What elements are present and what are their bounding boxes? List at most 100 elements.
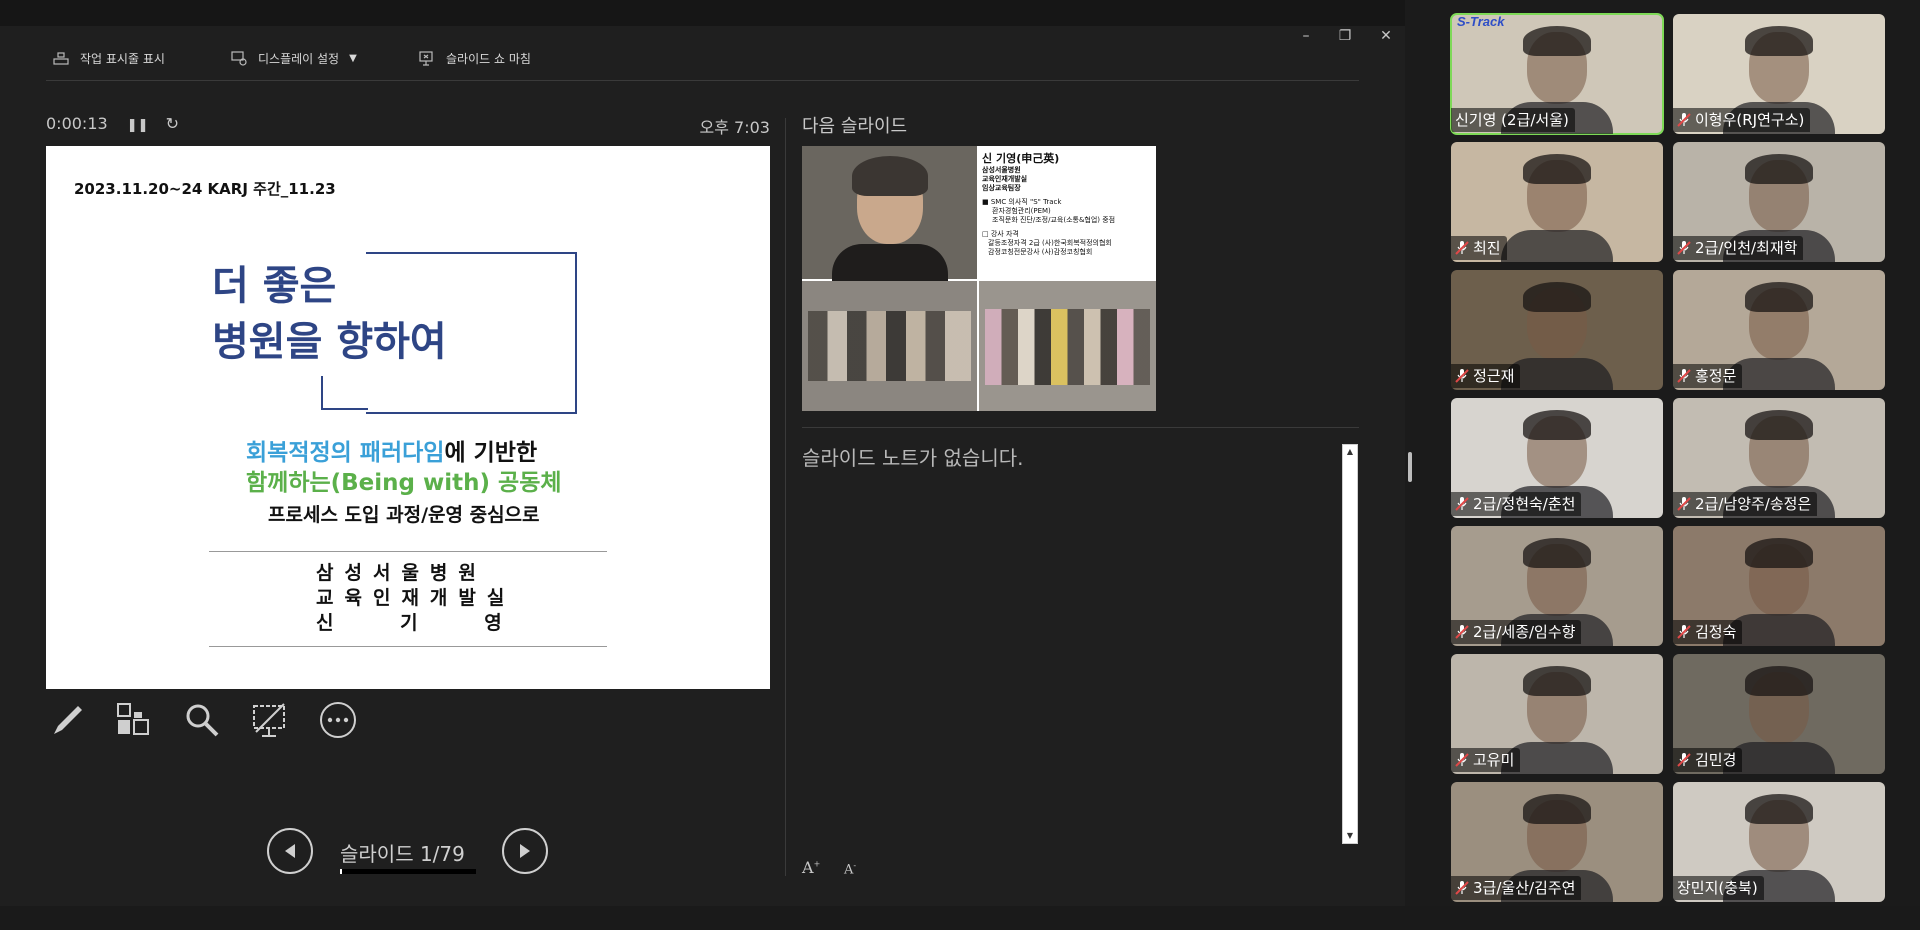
next-slide-button[interactable] xyxy=(502,828,548,874)
close-button[interactable]: ✕ xyxy=(1374,28,1398,44)
participant-name: 김민경 xyxy=(1695,751,1737,769)
slide-org-line3: 신 기 영 xyxy=(316,612,532,634)
slide-date: 2023.11.20~24 KARJ 주간_11.23 xyxy=(74,180,336,198)
slide-counter[interactable]: 슬라이드 1/79 xyxy=(340,838,476,867)
slide-notes: 슬라이드 노트가 없습니다. xyxy=(802,446,1024,470)
participant-name-badge: 장민지(충북) xyxy=(1673,876,1764,900)
participant-name: 2급/인천/최재학 xyxy=(1695,239,1798,257)
participant-name-badge: 최진 xyxy=(1451,236,1507,260)
participant-name-badge: 3급/울산/김주연 xyxy=(1451,876,1582,900)
group-photo-right-people xyxy=(985,309,1150,385)
participant-name-badge: 정근재 xyxy=(1451,364,1521,388)
current-slide[interactable]: 2023.11.20~24 KARJ 주간_11.23 더 좋은 병원을 향하여… xyxy=(46,146,770,689)
participant-tile[interactable]: 이형우(RJ연구소) xyxy=(1673,14,1885,134)
show-taskbar-button[interactable]: 작업 표시줄 표시 xyxy=(52,46,165,70)
decrease-font-icon[interactable]: A- xyxy=(844,861,856,877)
scroll-down-arrow-icon[interactable]: ▼ xyxy=(1343,829,1357,843)
participant-name: 홍정문 xyxy=(1695,367,1737,385)
screen-off-icon xyxy=(253,703,285,737)
taskbar-icon xyxy=(53,52,69,65)
next-slide-list2-item1: 갈등조정자격 2급 (사)한국회복적정의협회 xyxy=(988,239,1112,247)
slide-organization: 삼성서울병원 교육인재개발실 신 기 영 xyxy=(316,561,532,636)
participant-name: 김정숙 xyxy=(1695,623,1737,641)
triangle-right-icon xyxy=(520,844,530,858)
muted-mic-icon xyxy=(1455,624,1469,639)
next-slide-list2-title: □ 강사 자격 xyxy=(982,230,1019,238)
participant-name: 최진 xyxy=(1473,239,1501,257)
slide-title-line1: 더 좋은 xyxy=(212,263,337,309)
display-settings-button[interactable]: 디스플레이 설정 ▼ xyxy=(230,46,357,70)
muted-mic-icon xyxy=(1677,496,1691,511)
magnifier-icon xyxy=(186,704,219,737)
participant-tile[interactable]: 정근재 xyxy=(1451,270,1663,390)
display-settings-label: 디스플레이 설정 xyxy=(258,51,340,66)
muted-mic-icon xyxy=(1455,496,1469,511)
participant-tile[interactable]: 장민지(충북) xyxy=(1673,782,1885,902)
previous-slide-button[interactable] xyxy=(267,828,313,874)
end-slideshow-icon xyxy=(419,51,433,66)
group-photo-left-people xyxy=(808,311,971,381)
muted-mic-icon xyxy=(1455,368,1469,383)
see-all-slides-button[interactable] xyxy=(114,700,154,740)
participant-hair xyxy=(1745,410,1813,440)
muted-mic-icon xyxy=(1677,752,1691,767)
notes-divider xyxy=(802,427,1359,428)
participant-tile[interactable]: 김정숙 xyxy=(1673,526,1885,646)
group-photo-left xyxy=(802,281,977,411)
slide-frame-corner xyxy=(321,376,368,410)
slide-rule-bottom xyxy=(209,646,607,647)
slide-progress-bar xyxy=(340,869,476,874)
group-photo-right xyxy=(979,281,1156,411)
elapsed-timer: 0:00:13 ❚❚ ↻ xyxy=(46,114,179,133)
increase-font-icon[interactable]: A+ xyxy=(802,858,820,877)
end-slideshow-label: 슬라이드 쇼 마침 xyxy=(446,51,531,66)
participant-tile[interactable]: 최진 xyxy=(1451,142,1663,262)
title-bar xyxy=(0,0,1405,26)
scroll-up-arrow-icon[interactable]: ▲ xyxy=(1343,445,1357,459)
participant-body xyxy=(1501,230,1613,262)
participant-name: 2급/정현숙/춘천 xyxy=(1473,495,1576,513)
participant-name-badge: 이형우(RJ연구소) xyxy=(1673,108,1811,132)
slide-org-line2: 교육인재개발실 xyxy=(316,587,516,609)
bottom-bar xyxy=(0,906,1920,930)
participant-name-badge: 고유미 xyxy=(1451,748,1521,772)
next-slide-text: 신 기영(申己英) 삼성서울병원 교육인재개발실 임상교육팀장 ■ SMC 의사… xyxy=(982,152,1152,257)
end-slideshow-button[interactable]: 슬라이드 쇼 마침 xyxy=(418,46,531,70)
participant-tile[interactable]: 김민경 xyxy=(1673,654,1885,774)
next-slide-label: 다음 슬라이드 xyxy=(802,116,908,137)
participant-name-badge: 2급/정현숙/춘천 xyxy=(1451,492,1582,516)
participant-tile[interactable]: 2급/세종/임수향 xyxy=(1451,526,1663,646)
black-screen-button[interactable] xyxy=(250,700,290,740)
zoom-button[interactable] xyxy=(182,700,222,740)
show-taskbar-label: 작업 표시줄 표시 xyxy=(80,51,165,66)
muted-mic-icon xyxy=(1677,368,1691,383)
participant-hair xyxy=(1523,410,1591,440)
participant-tile[interactable]: S-Track 신기영 (2급/서울) xyxy=(1450,13,1664,135)
participant-tile[interactable]: 2급/남양주/송정은 xyxy=(1673,398,1885,518)
pause-icon[interactable]: ❚❚ xyxy=(127,118,149,133)
restore-button[interactable]: ❐ xyxy=(1333,28,1357,44)
participant-tile[interactable]: 2급/인천/최재학 xyxy=(1673,142,1885,262)
reset-timer-icon[interactable]: ↻ xyxy=(166,114,179,133)
next-slide-preview[interactable]: 신 기영(申己英) 삼성서울병원 교육인재개발실 임상교육팀장 ■ SMC 의사… xyxy=(802,146,1156,411)
participant-tile[interactable]: 3급/울산/김주연 xyxy=(1451,782,1663,902)
portrait-body xyxy=(832,244,948,284)
slide-title-line2: 병원을 향하여 xyxy=(212,319,447,365)
next-slide-line3: 임상교육팀장 xyxy=(982,184,1021,192)
participant-name: 이형우(RJ연구소) xyxy=(1695,111,1805,129)
participant-tile[interactable]: 홍정문 xyxy=(1673,270,1885,390)
minimize-button[interactable]: – xyxy=(1294,28,1318,44)
chevron-down-icon: ▼ xyxy=(349,52,357,64)
more-options-button[interactable] xyxy=(318,700,358,740)
participant-tile[interactable]: 고유미 xyxy=(1451,654,1663,774)
display-settings-icon xyxy=(231,51,247,66)
participant-hair xyxy=(1523,538,1591,568)
muted-mic-icon xyxy=(1677,624,1691,639)
slide-subtitle-1: 회복적정의 패러다임에 기반한 xyxy=(246,438,537,468)
pen-tool-button[interactable] xyxy=(48,700,88,740)
pen-icon xyxy=(54,706,82,734)
notes-scrollbar[interactable]: ▲ ▼ xyxy=(1342,444,1358,844)
pane-resize-handle[interactable] xyxy=(1408,452,1412,482)
toolbar-divider xyxy=(46,80,1359,81)
participant-tile[interactable]: 2급/정현숙/춘천 xyxy=(1451,398,1663,518)
